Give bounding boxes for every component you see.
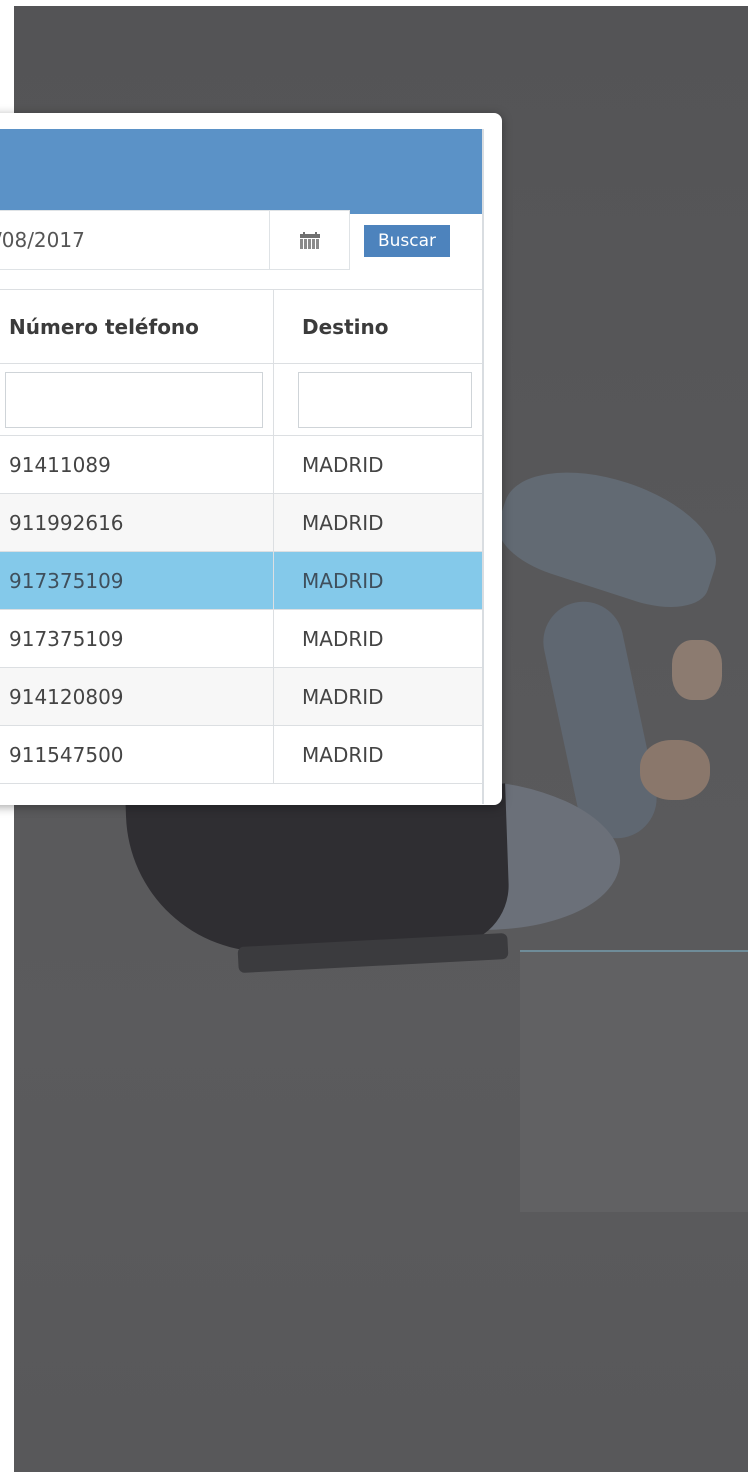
dialog-header — [0, 129, 484, 214]
table-row[interactable]: 917375109 MADRID — [0, 609, 483, 668]
top-border — [0, 0, 748, 6]
photo-arm — [488, 448, 732, 622]
phone-cell: 91411089 — [0, 435, 274, 494]
table-row[interactable]: 911547500 MADRID — [0, 725, 483, 784]
scroll-edge — [482, 129, 484, 804]
filter-row — [0, 363, 483, 436]
photo-chair — [125, 783, 511, 957]
table-row[interactable]: 91411089 MADRID — [0, 435, 483, 494]
phone-cell: 914120809 — [0, 667, 274, 726]
column-header-phone[interactable]: Número teléfono — [0, 289, 274, 364]
table-row-selected[interactable]: 917375109 MADRID — [0, 551, 483, 610]
table-row[interactable]: 911992616 MADRID — [0, 493, 483, 552]
phone-cell: 917375109 — [0, 551, 274, 610]
phone-cell: 911547500 — [0, 725, 274, 784]
calendar-button[interactable] — [270, 210, 350, 270]
calendar-icon — [299, 232, 320, 249]
search-button[interactable]: Buscar — [364, 225, 450, 257]
table-header-row: Número teléfono Destino — [0, 289, 483, 364]
destination-cell: MADRID — [273, 435, 483, 494]
destination-cell: MADRID — [273, 609, 483, 668]
phone-cell: 917375109 — [0, 609, 274, 668]
destination-cell: MADRID — [273, 667, 483, 726]
phone-filter-input[interactable] — [5, 371, 263, 428]
destination-cell: MADRID — [273, 493, 483, 552]
destination-cell: MADRID — [273, 551, 483, 610]
photo-table — [520, 950, 748, 1212]
phone-cell: 911992616 — [0, 493, 274, 552]
destination-filter-input[interactable] — [298, 371, 472, 428]
photo-hand — [672, 640, 722, 700]
date-field[interactable]: /08/2017 — [0, 210, 270, 270]
photo-hand — [640, 740, 710, 800]
results-table: Número teléfono Destino 91411089 MADRID … — [0, 289, 483, 784]
table-row[interactable]: 914120809 MADRID — [0, 667, 483, 726]
destination-cell: MADRID — [273, 725, 483, 784]
column-header-destination[interactable]: Destino — [273, 289, 483, 364]
search-dialog: /08/2017 Buscar Número teléfono Destino … — [0, 113, 502, 805]
